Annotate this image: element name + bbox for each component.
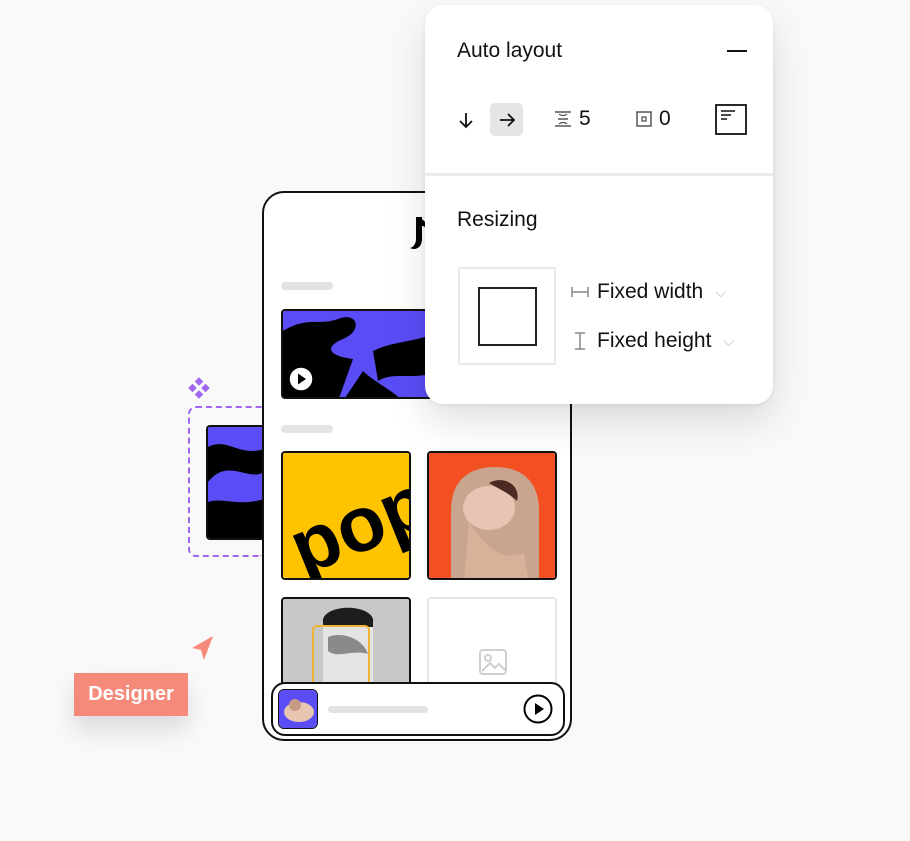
align-top-left-icon[interactable] xyxy=(715,104,747,135)
width-mode-label: Fixed width xyxy=(597,280,704,303)
arrow-right-icon xyxy=(499,112,515,127)
cursor-name-tag: Designer xyxy=(74,673,188,716)
resizing-title: Resizing xyxy=(457,208,538,231)
resize-preview-frame xyxy=(478,287,537,346)
album-tile-pop[interactable]: pop! xyxy=(281,451,411,580)
padding-value[interactable]: 0 xyxy=(659,107,671,131)
image-icon xyxy=(479,649,507,675)
component-icon xyxy=(188,377,210,399)
chevron-down-icon: ⌵ xyxy=(723,332,735,349)
track-progress-placeholder xyxy=(328,706,428,713)
height-mode-select[interactable]: Fixed height ⌵ xyxy=(571,329,734,353)
spacing-control[interactable]: 5 xyxy=(553,107,591,131)
properties-panel: Auto layout 5 0 Resizing Fixed width ⌵ F… xyxy=(425,5,773,404)
album-tile-bw-photo[interactable] xyxy=(281,597,411,687)
section-heading-placeholder xyxy=(281,282,333,290)
padding-icon xyxy=(636,111,652,127)
panel-divider xyxy=(425,173,773,176)
play-icon[interactable] xyxy=(523,694,553,724)
minus-icon[interactable] xyxy=(727,49,747,53)
album-tile-portrait[interactable] xyxy=(427,451,557,580)
auto-layout-title: Auto layout xyxy=(457,39,563,62)
now-playing-bar[interactable] xyxy=(271,682,565,736)
now-playing-thumbnail xyxy=(278,689,318,729)
direction-horizontal-button[interactable] xyxy=(490,103,523,136)
component-artwork-image[interactable] xyxy=(206,425,262,540)
chevron-down-icon: ⌵ xyxy=(715,283,726,300)
spacing-icon xyxy=(555,111,571,127)
play-icon[interactable] xyxy=(288,366,314,392)
section-heading-placeholder xyxy=(281,425,333,433)
vertical-resize-icon xyxy=(575,332,585,350)
height-mode-label: Fixed height xyxy=(597,329,712,352)
cursor-arrow-icon xyxy=(192,636,213,660)
spacing-value[interactable]: 5 xyxy=(579,107,591,131)
padding-control[interactable]: 0 xyxy=(635,107,671,131)
direction-vertical-button[interactable] xyxy=(449,103,482,136)
arrow-down-icon xyxy=(458,112,473,128)
featured-banner[interactable] xyxy=(281,309,441,399)
horizontal-resize-icon xyxy=(571,287,589,297)
width-mode-select[interactable]: Fixed width ⌵ xyxy=(571,280,726,304)
image-placeholder-tile[interactable] xyxy=(427,597,557,687)
resize-preview xyxy=(458,267,556,365)
